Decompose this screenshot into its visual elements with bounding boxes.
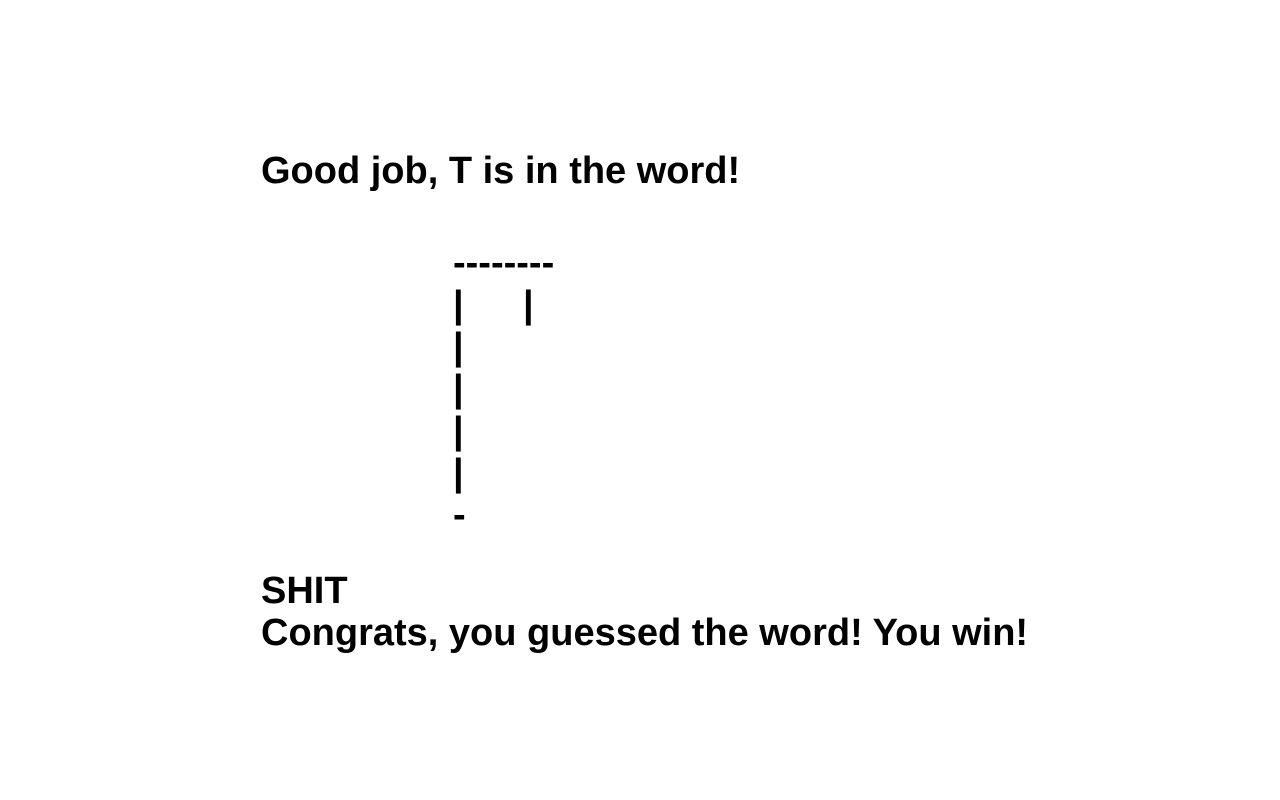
revealed-word: SHIT: [261, 570, 348, 612]
game-output: Good job, T is in the word! -------- | |…: [261, 150, 1161, 654]
gallows-pole-row: |: [453, 410, 653, 452]
gallows-base: -: [453, 494, 466, 536]
gallows-top-beam: --------: [453, 242, 555, 284]
gallows-base-row: -: [453, 494, 653, 536]
gallows-pole-segment: |: [453, 326, 464, 368]
game-result: SHIT Congrats, you guessed the word! You…: [261, 570, 1028, 654]
gallows-pole-segment: |: [453, 368, 464, 410]
gallows-pole-segment: |: [453, 452, 464, 494]
hangman-gallows: -------- | | | | | | -: [453, 242, 653, 536]
gallows-pole-row: |: [453, 452, 653, 494]
gallows-pole-segment: |: [453, 284, 464, 326]
win-message: Congrats, you guessed the word! You win!: [261, 612, 1029, 654]
gallows-rope: |: [523, 284, 534, 326]
gallows-rope-row: | |: [453, 284, 653, 326]
gallows-pole-row: |: [453, 326, 653, 368]
feedback-message: Good job, T is in the word!: [261, 150, 741, 192]
gallows-top-beam-row: --------: [453, 242, 653, 284]
gallows-pole-segment: |: [453, 410, 464, 452]
gallows-pole-row: |: [453, 368, 653, 410]
